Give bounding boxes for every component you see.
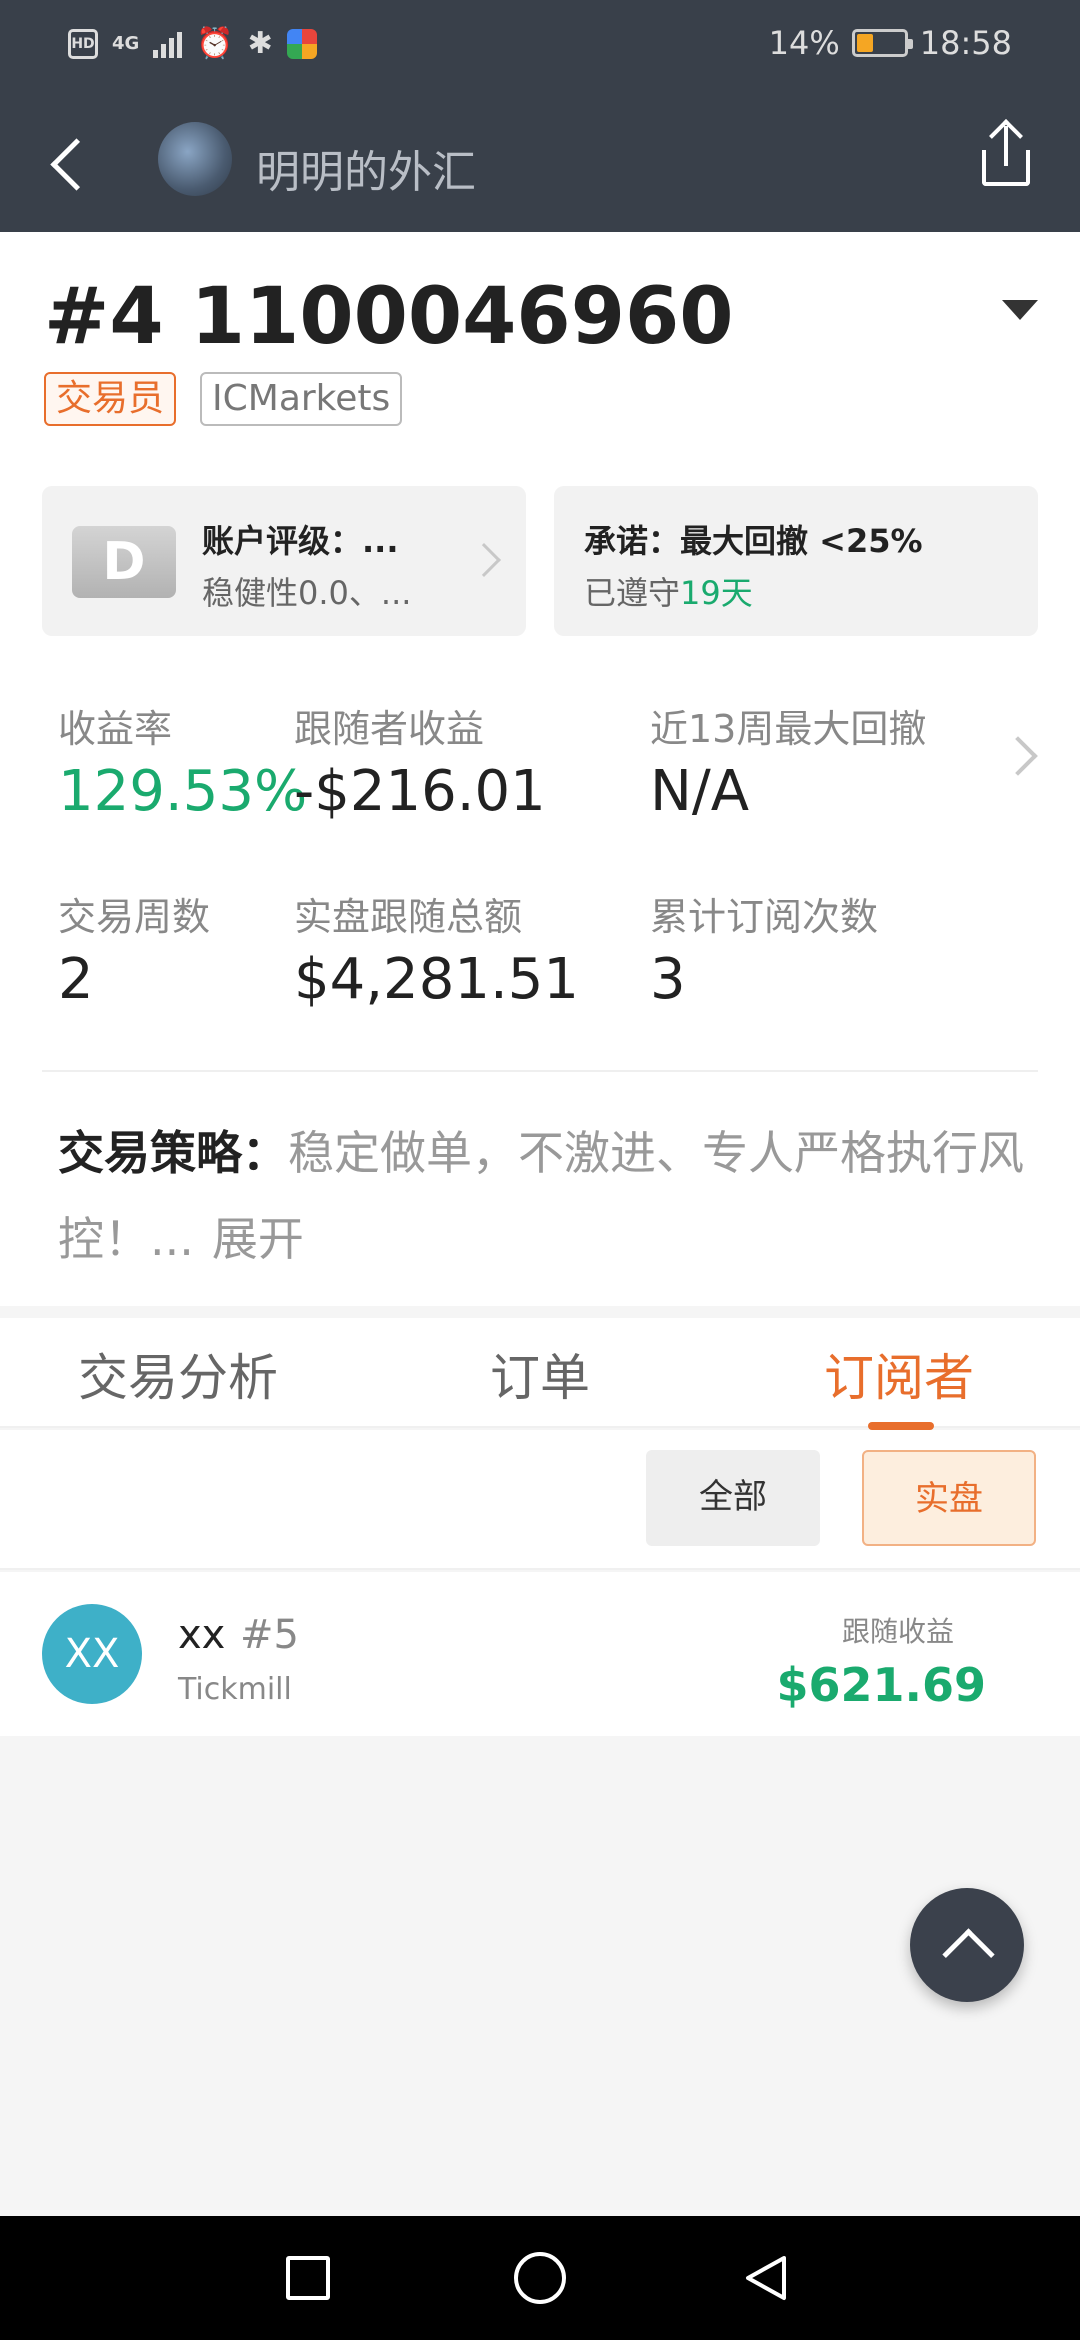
filter-bar: 全部 实盘: [0, 1430, 1080, 1570]
header-title: 明明的外汇: [256, 147, 476, 198]
rating-title: 账户评级：...: [202, 522, 399, 560]
commitment-days: 19天: [680, 574, 753, 612]
signal-icon: [153, 30, 183, 58]
tab-orders[interactable]: 订单: [490, 1338, 590, 1410]
back-triangle-icon[interactable]: [740, 2252, 792, 2304]
chevron-down-icon[interactable]: [1002, 300, 1038, 320]
tab-trade-analysis[interactable]: 交易分析: [78, 1338, 278, 1410]
account-id: #4 1100046960: [44, 272, 734, 362]
share-icon[interactable]: [976, 119, 1036, 194]
stat-value: 2: [58, 947, 94, 1012]
stat-value: 129.53%: [58, 759, 308, 824]
stat-subscription-count: 累计订阅次数 3: [650, 886, 878, 1012]
stat-value: 3: [650, 947, 686, 1012]
subscriber-rank: #5: [240, 1612, 299, 1658]
list-item[interactable]: XX xx #5 Tickmill 跟随收益 $621.69: [0, 1572, 1080, 1736]
trader-avatar[interactable]: [158, 122, 232, 196]
app-notification-icon: [286, 28, 317, 59]
stat-label: 实盘跟随总额: [294, 895, 523, 939]
stat-label: 交易周数: [58, 895, 211, 939]
commitment-card[interactable]: 承诺：最大回撤 <25% 已遵守19天: [554, 486, 1038, 636]
rating-card[interactable]: D 账户评级：... 稳健性0.0、...: [42, 486, 526, 636]
stat-follower-profit: 跟随者收益 -$216.01: [294, 698, 546, 824]
tab-subscribers[interactable]: 订阅者: [824, 1338, 974, 1410]
rating-subtitle: 稳健性0.0、...: [202, 574, 412, 612]
stat-label: 近13周最大回撤: [650, 707, 927, 751]
recent-apps-icon[interactable]: [286, 2256, 330, 2300]
tab-bar: 交易分析 订单 订阅者: [0, 1318, 1080, 1430]
stat-value: -$216.01: [294, 759, 546, 824]
commitment-subtitle: 已遵守19天: [584, 568, 753, 614]
expand-link[interactable]: 展开: [212, 1212, 304, 1266]
filter-all-button[interactable]: 全部: [646, 1450, 820, 1546]
profit-value: $621.69: [776, 1658, 986, 1712]
stat-value: N/A: [650, 759, 750, 824]
stat-max-drawdown[interactable]: 近13周最大回撤 N/A: [650, 698, 926, 824]
trader-tag: 交易员: [44, 372, 177, 426]
back-arrow-icon[interactable]: [40, 130, 100, 200]
stat-label: 累计订阅次数: [650, 895, 879, 939]
commitment-prefix: 已遵守: [584, 574, 681, 612]
stat-label: 跟随者收益: [294, 707, 485, 751]
commitment-title: 承诺：最大回撤 <25%: [584, 522, 923, 560]
stat-total-follow-amount: 实盘跟随总额 $4,281.51: [294, 886, 579, 1012]
battery-percent: 14%: [768, 24, 840, 62]
chevron-right-icon: [467, 543, 501, 577]
app-header: 明明的外汇: [0, 100, 1080, 232]
profit-label: 跟随收益: [841, 1615, 954, 1648]
app-top: HD 4G ⏰ ✱ 14% 18:58 明明的外汇: [0, 0, 1080, 232]
stat-label: 收益率: [58, 707, 173, 751]
hd-icon: HD: [68, 28, 98, 59]
account-card: #4 1100046960 交易员 ICMarkets D 账户评级：... 稳…: [0, 232, 1080, 1306]
stat-trading-weeks: 交易周数 2: [58, 886, 210, 1012]
status-bar: HD 4G ⏰ ✱ 14% 18:58: [0, 0, 1080, 92]
home-icon[interactable]: [514, 2252, 566, 2304]
stat-value: $4,281.51: [294, 947, 580, 1012]
avatar: XX: [42, 1604, 142, 1704]
network-type: 4G: [112, 33, 140, 54]
divider: [42, 1070, 1038, 1072]
clock: 18:58: [919, 24, 1012, 62]
broker-tag: ICMarkets: [200, 372, 403, 426]
subscriber-name: xx: [178, 1612, 226, 1658]
bluetooth-icon: ✱: [247, 26, 273, 61]
battery-icon: [851, 29, 913, 57]
strategy-text: 交易策略：稳定做单，不激进、专人严格执行风控！... 展开: [58, 1110, 1038, 1282]
scroll-to-top-icon[interactable]: [910, 1888, 1024, 2002]
filter-live-button[interactable]: 实盘: [862, 1450, 1036, 1546]
grade-badge: D: [72, 526, 176, 598]
strategy-heading: 交易策略：: [58, 1126, 288, 1180]
alarm-icon: ⏰: [196, 26, 234, 61]
stat-return-rate: 收益率 129.53%: [58, 698, 307, 824]
chevron-right-icon[interactable]: [998, 736, 1038, 776]
subscriber-broker: Tickmill: [178, 1672, 292, 1707]
system-nav-bar: [0, 2216, 1080, 2340]
active-tab-indicator: [868, 1422, 934, 1430]
